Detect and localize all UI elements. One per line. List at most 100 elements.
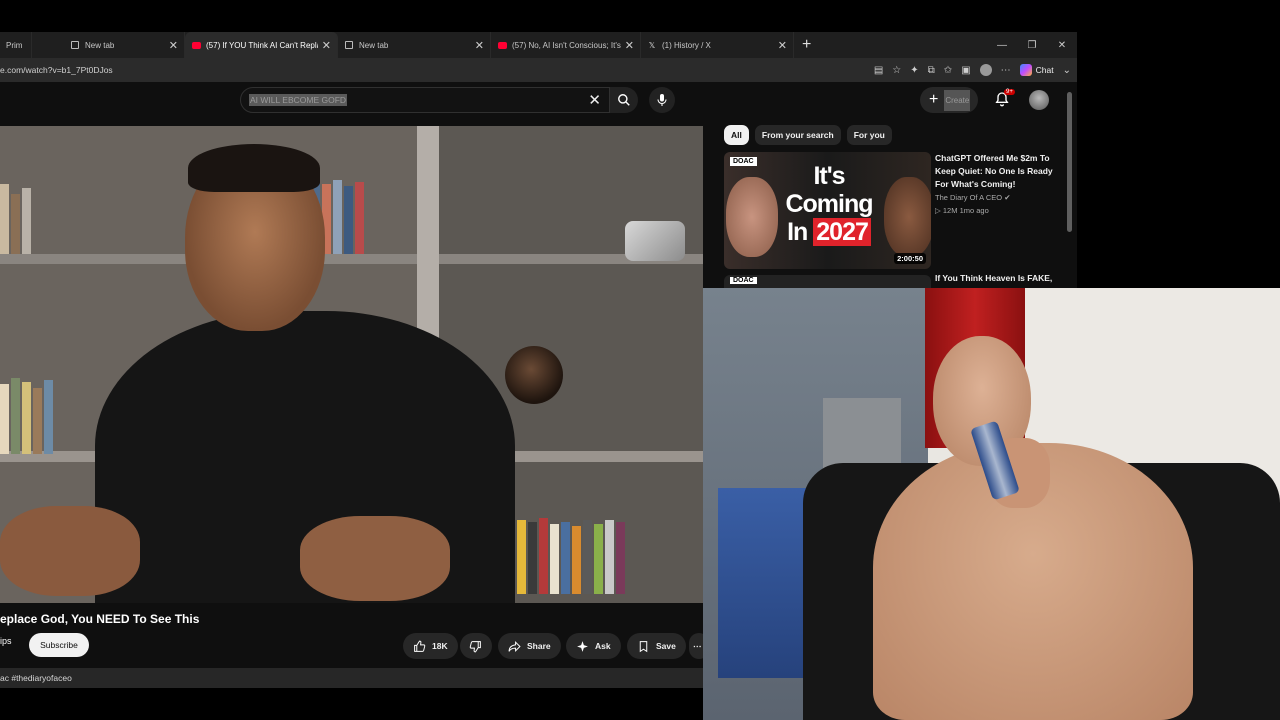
description-box[interactable]: ac #thediaryofaceo	[0, 668, 703, 688]
copilot-chat-button[interactable]: Chat	[1019, 64, 1054, 76]
video-player[interactable]	[0, 126, 703, 603]
globe-decor	[505, 346, 563, 404]
bookmark-icon	[639, 640, 648, 652]
chat-label: Chat	[1035, 65, 1054, 75]
save-button[interactable]: Save	[627, 633, 686, 659]
save-label: Save	[656, 641, 676, 651]
minimize-icon[interactable]: —	[987, 40, 1017, 51]
play-icon: ▷	[935, 206, 941, 215]
close-tab-icon[interactable]: ✕	[322, 39, 331, 52]
ask-button[interactable]: Ask	[566, 633, 621, 659]
thumbnail-face-right	[884, 177, 931, 257]
microphone-icon	[657, 94, 667, 106]
video-title: eplace God, You NEED To See This	[0, 612, 200, 626]
tab-title: (57) If YOU Think AI Can't Replace	[206, 40, 318, 50]
close-tab-icon[interactable]: ✕	[475, 39, 484, 52]
more-dots-icon: ⋯	[693, 640, 702, 651]
clear-search-icon[interactable]: ✕	[588, 91, 601, 109]
search-input[interactable]: AI WILL EBCOME GOFD	[249, 94, 348, 106]
restore-icon[interactable]: ❐	[1017, 40, 1047, 51]
window-controls: — ❐ ✕	[987, 32, 1077, 58]
thumbnail-highlight: 2027	[813, 218, 871, 246]
close-tab-icon[interactable]: ✕	[169, 39, 178, 52]
share-button[interactable]: Share	[498, 633, 561, 659]
presenter-left-hand	[0, 506, 140, 596]
like-button[interactable]: 18K	[403, 633, 458, 659]
tab-1[interactable]: Prim	[0, 32, 32, 58]
ask-label: Ask	[595, 641, 611, 651]
notification-badge: 9+	[1004, 89, 1015, 95]
recommendation-title-2[interactable]: If You Think Heaven Is FAKE,	[935, 273, 1052, 283]
chip-for-you[interactable]: For you	[846, 125, 892, 145]
share-icon	[508, 640, 521, 652]
x-icon: 𝕏	[648, 40, 656, 50]
address-bar[interactable]: e.com/watch?v=b1_7Pt0DJos ▤ ☆ ✦ ⧉ ✩ ▣ ⋯ …	[0, 58, 1077, 82]
share-label: Share	[527, 641, 551, 651]
thumbnail-headline: It's Coming In 2027	[774, 162, 884, 246]
video-duration: 2:00:50	[894, 253, 926, 264]
tab-title: New tab	[359, 40, 389, 50]
youtube-icon	[497, 40, 507, 50]
view-count: 12M	[942, 206, 958, 215]
page-scrollbar[interactable]	[1067, 92, 1072, 232]
tab-3[interactable]: (57) If YOU Think AI Can't Replace ✕	[185, 32, 338, 58]
recommendation-channel[interactable]: The Diary Of A CEO ✔	[935, 193, 1011, 202]
tab-bar: Prim New tab ✕ (57) If YOU Think AI Can'…	[0, 32, 1077, 58]
youtube-header: AI WILL EBCOME GOFD ✕ + Create 9+	[0, 82, 1077, 118]
extensions-icon[interactable]: ✦	[910, 65, 918, 76]
tab-6[interactable]: 𝕏 (1) History / X ✕	[641, 32, 794, 58]
like-count: 18K	[432, 641, 448, 651]
create-button[interactable]: + Create	[920, 87, 978, 113]
close-tab-icon[interactable]: ✕	[778, 39, 787, 52]
channel-name[interactable]: ips	[0, 636, 12, 646]
thumbs-up-icon	[414, 640, 426, 652]
thumbnail-badge: DOAC	[730, 277, 757, 284]
create-label: Create	[944, 89, 971, 111]
bookshelf-bottom-left	[0, 376, 53, 454]
thumbnail-text-word: In	[787, 218, 808, 246]
notifications-button[interactable]: 9+	[994, 89, 1015, 111]
dislike-button[interactable]	[460, 633, 492, 659]
chip-all[interactable]: All	[724, 125, 749, 145]
screen: Prim New tab ✕ (57) If YOU Think AI Can'…	[0, 0, 1280, 720]
youtube-icon	[191, 40, 201, 50]
favorites-icon[interactable]: ✩	[944, 65, 952, 76]
account-avatar[interactable]	[1029, 90, 1049, 110]
more-icon[interactable]: ⋯	[1001, 65, 1011, 76]
search-box[interactable]: AI WILL EBCOME GOFD ✕	[240, 87, 610, 113]
description-snippet: ac #thediaryofaceo	[0, 673, 72, 683]
thumbnail-text-line: It's	[813, 162, 845, 190]
recommendation-title[interactable]: ChatGPT Offered Me $2m To Keep Quiet: No…	[935, 152, 1057, 191]
collections-icon[interactable]: ▣	[961, 65, 970, 76]
chevron-down-icon[interactable]: ⌄	[1063, 65, 1071, 76]
thumbnail-badge: DOAC	[730, 157, 757, 166]
toolbar-icons: ▤ ☆ ✦ ⧉ ✩ ▣ ⋯ Chat ⌄	[874, 58, 1071, 82]
close-window-icon[interactable]: ✕	[1047, 40, 1077, 51]
voice-search-button[interactable]	[649, 87, 675, 113]
tab-title: (1) History / X	[662, 40, 711, 50]
thumbnail-face-left	[726, 177, 778, 257]
lamp-decor	[625, 221, 685, 261]
subscribe-button[interactable]: Subscribe	[29, 633, 89, 657]
search-button[interactable]	[610, 87, 638, 113]
profile-avatar[interactable]	[979, 64, 992, 76]
reader-icon[interactable]: ▤	[874, 65, 883, 76]
url-text[interactable]: e.com/watch?v=b1_7Pt0DJos	[0, 65, 113, 75]
tab-5[interactable]: (57) No, AI Isn't Conscious; It's Act ✕	[491, 32, 641, 58]
close-tab-icon[interactable]: ✕	[625, 39, 634, 52]
presenter-hair	[188, 144, 320, 192]
channel-label: The Diary Of A CEO	[935, 193, 1003, 202]
copilot-icon	[1019, 64, 1032, 76]
favorite-star-icon[interactable]: ☆	[892, 65, 901, 76]
recommendation-thumbnail[interactable]: DOAC It's Coming In 2027 2:00:50	[724, 152, 931, 269]
recommendation-meta: ▷ 12M 1mo ago	[935, 206, 989, 215]
recommendation-thumbnail-2[interactable]: DOAC	[724, 275, 931, 288]
chip-from-your-search[interactable]: From your search	[754, 125, 841, 145]
thumbnail-text-line: Coming	[785, 190, 873, 218]
new-tab-icon[interactable]: +	[802, 36, 811, 54]
presenter-right-hand	[300, 516, 450, 601]
tab-2[interactable]: New tab ✕	[32, 32, 185, 58]
sidebar-icon[interactable]: ⧉	[928, 65, 935, 76]
bookshelf-top-left	[0, 176, 31, 254]
tab-4[interactable]: New tab ✕	[338, 32, 491, 58]
